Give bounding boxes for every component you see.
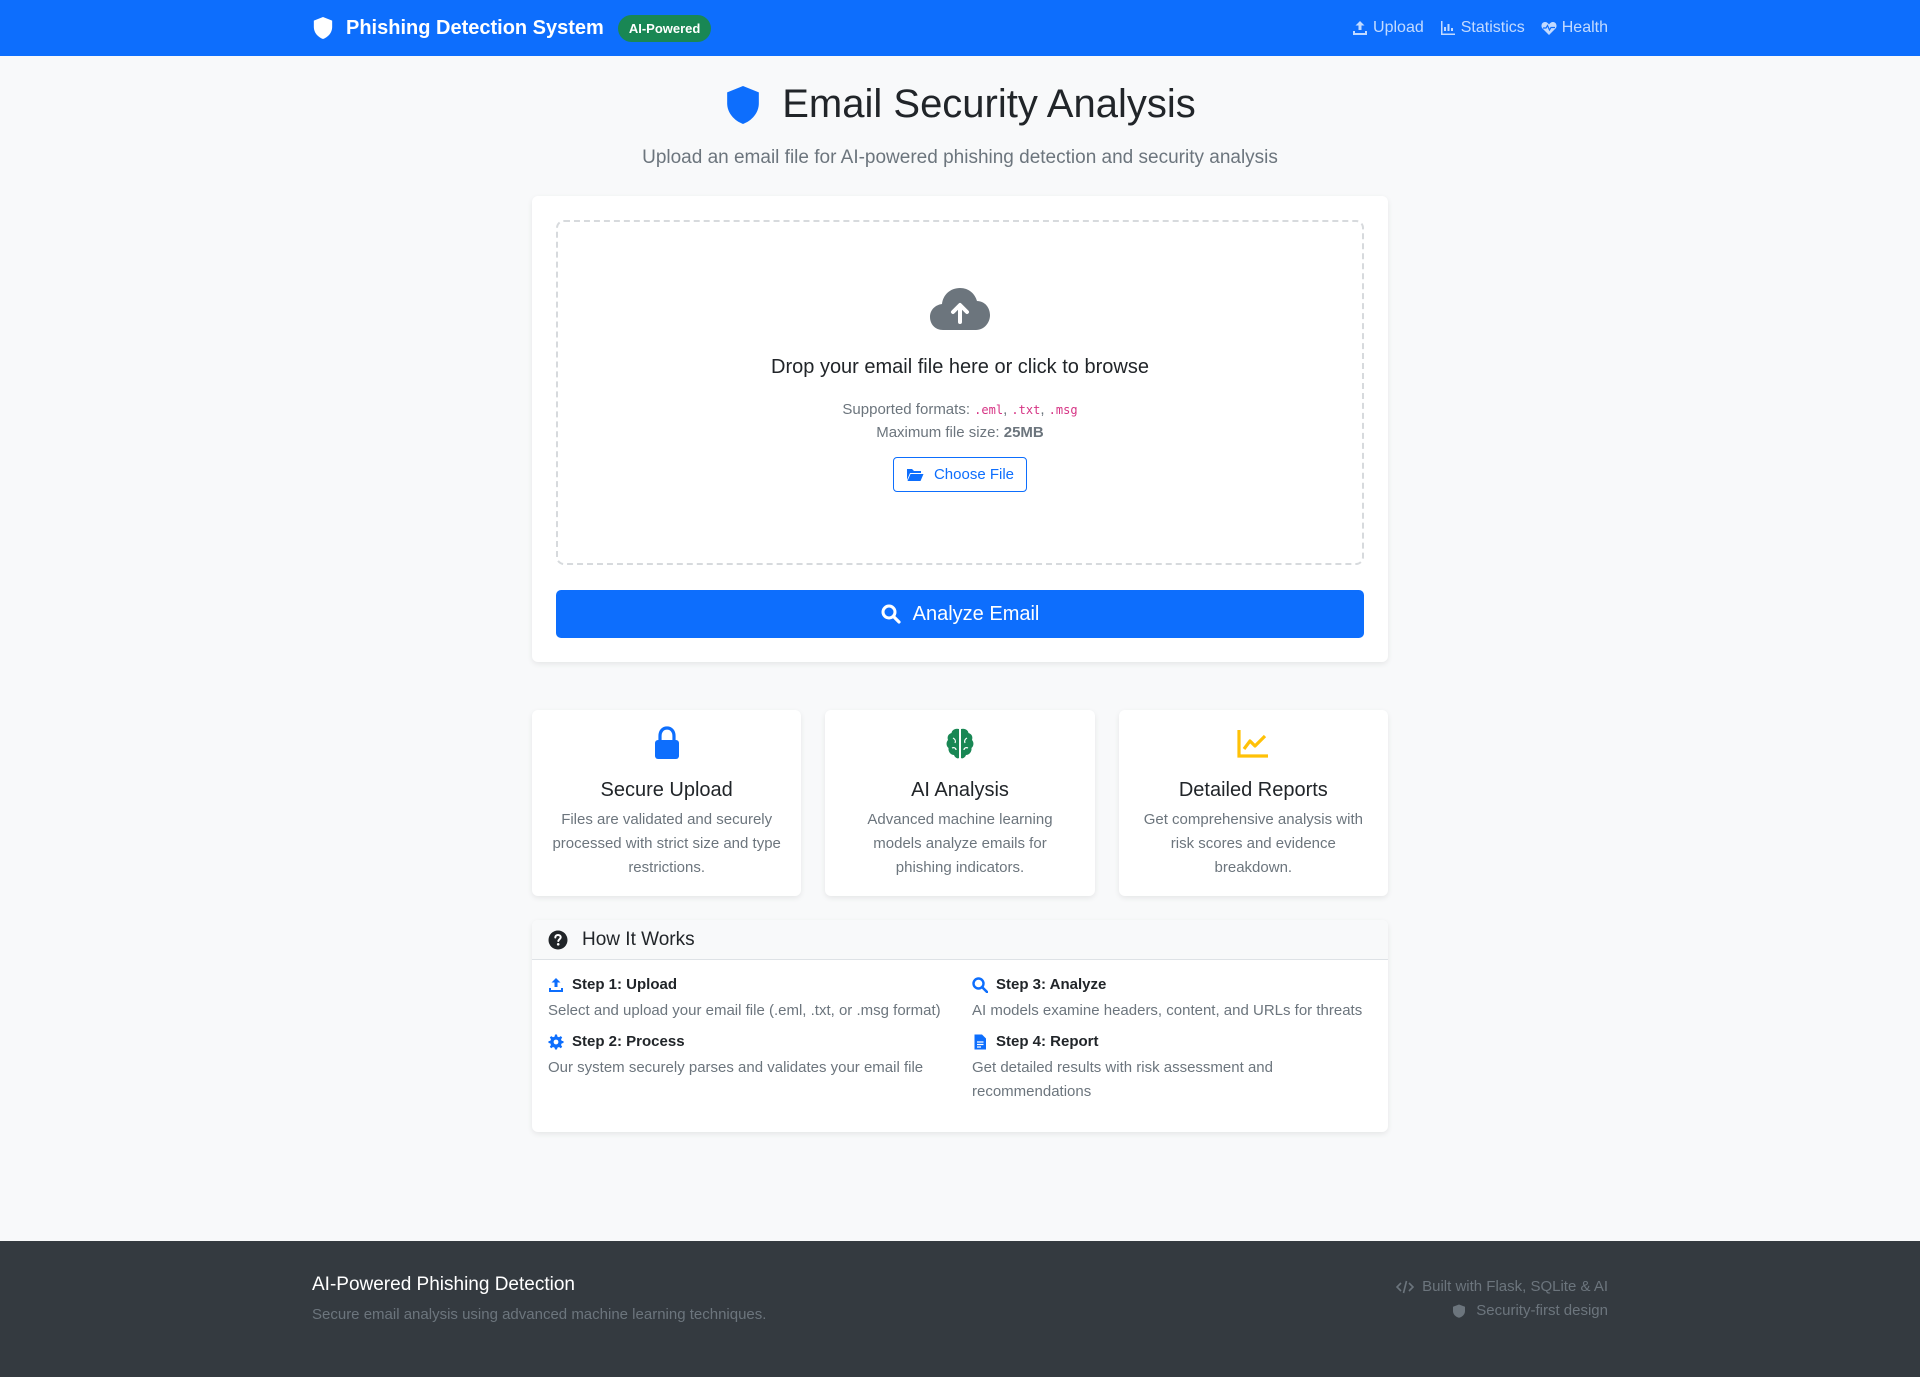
nav-health[interactable]: Health [1541, 19, 1608, 37]
step-upload: Step 1: Upload Select and upload your em… [548, 976, 948, 1023]
steps-grid: Step 1: Upload Select and upload your em… [532, 960, 1388, 1132]
step-title: Step 3: Analyze [996, 976, 1107, 993]
main-content: Drop your email file here or click to br… [532, 196, 1388, 1132]
page-header: Email Security Analysis Upload an email … [0, 56, 1920, 169]
file-dropzone[interactable]: Drop your email file here or click to br… [556, 220, 1364, 565]
gear-icon [548, 1034, 564, 1049]
brand[interactable]: Phishing Detection System AI-Powered [312, 14, 712, 42]
step-title: Step 2: Process [572, 1033, 685, 1050]
step-desc: Get detailed results with risk assessmen… [972, 1059, 1273, 1100]
upload-icon [549, 977, 563, 992]
feature-secure-upload: Secure Upload Files are validated and se… [532, 710, 802, 896]
max-size-value: 25MB [1003, 424, 1044, 441]
footer-subtitle: Secure email analysis using advanced mac… [312, 1306, 767, 1323]
feature-title: AI Analysis [911, 779, 1009, 801]
shield-icon [313, 17, 333, 39]
page-subtitle: Upload an email file for AI-powered phis… [642, 147, 1278, 168]
page-title-text: Email Security Analysis [782, 82, 1196, 126]
feature-ai-analysis: AI Analysis Advanced machine learning mo… [825, 710, 1095, 896]
heart-pulse-icon [1541, 22, 1557, 35]
brand-title: Phishing Detection System [346, 16, 604, 39]
feature-cards: Secure Upload Files are validated and se… [532, 710, 1388, 896]
choose-file-button[interactable]: Choose File [892, 457, 1028, 492]
dropzone-title: Drop your email file here or click to br… [771, 356, 1149, 378]
format-txt: .txt [1011, 403, 1041, 417]
footer-built-with: Built with Flask, SQLite & AI [1396, 1275, 1608, 1299]
feature-title: Secure Upload [600, 779, 733, 801]
lock-icon [654, 726, 679, 759]
feature-detailed-reports: Detailed Reports Get comprehensive analy… [1118, 710, 1388, 896]
step-desc: Our system securely parses and validates… [548, 1059, 924, 1076]
file-icon [974, 1034, 986, 1049]
code-icon [1396, 1280, 1415, 1294]
step-desc: AI models examine headers, content, and … [972, 1002, 1363, 1019]
chart-line-icon [1237, 730, 1269, 758]
nav-statistics-label: Statistics [1460, 19, 1525, 36]
choose-file-label: Choose File [933, 466, 1015, 483]
nav-upload-label: Upload [1373, 19, 1424, 36]
brain-icon [946, 728, 974, 759]
nav-health-label: Health [1561, 19, 1608, 36]
feature-desc: Files are validated and securely process… [552, 811, 781, 876]
step-analyze: Step 3: Analyze AI models examine header… [972, 976, 1372, 1023]
ai-powered-badge: AI-Powered [617, 14, 712, 42]
folder-open-icon [906, 469, 924, 481]
feature-title: Detailed Reports [1178, 779, 1328, 801]
step-desc: Select and upload your email file (.eml,… [548, 1002, 941, 1019]
how-it-works-card: How It Works Step 1: Upload Select and u… [532, 920, 1388, 1132]
chart-icon [1440, 21, 1455, 35]
search-icon [881, 604, 901, 624]
step-process: Step 2: Process Our system securely pars… [548, 1033, 948, 1104]
page-title: Email Security Analysis [0, 82, 1920, 127]
how-it-works-header: How It Works [532, 920, 1388, 960]
step-title: Step 4: Report [996, 1033, 1099, 1050]
search-icon [972, 976, 988, 993]
nav-upload[interactable]: Upload [1352, 19, 1424, 37]
shield-icon [727, 85, 760, 124]
footer: AI-Powered Phishing Detection Secure ema… [0, 1241, 1920, 1377]
analyze-email-button[interactable]: Analyze Email [556, 590, 1364, 638]
format-eml: .eml [974, 403, 1004, 417]
footer-security-design: Security-first design [1396, 1299, 1608, 1323]
upload-icon [1353, 21, 1368, 35]
max-size-label: Maximum file size: [876, 424, 1000, 441]
analyze-email-label: Analyze Email [912, 602, 1040, 625]
shield-icon [1453, 1304, 1466, 1318]
navbar: Phishing Detection System AI-Powered Upl… [0, 0, 1920, 56]
feature-desc: Advanced machine learning models analyze… [867, 811, 1053, 876]
supported-formats: Supported formats: .eml, .txt, .msg [842, 401, 1078, 418]
nav-statistics[interactable]: Statistics [1440, 19, 1525, 37]
formats-label: Supported formats: [842, 401, 970, 418]
max-file-size: Maximum file size: 25MB [876, 424, 1044, 441]
cloud-upload-icon [930, 288, 990, 330]
footer-design-text: Security-first design [1476, 1302, 1608, 1319]
format-msg: .msg [1048, 403, 1078, 417]
step-title: Step 1: Upload [572, 976, 678, 993]
upload-card: Drop your email file here or click to br… [532, 196, 1388, 662]
question-circle-icon [548, 930, 568, 949]
how-it-works-title: How It Works [582, 928, 695, 950]
footer-built-text: Built with Flask, SQLite & AI [1422, 1278, 1608, 1295]
footer-title: AI-Powered Phishing Detection [312, 1274, 575, 1295]
step-report: Step 4: Report Get detailed results with… [972, 1033, 1372, 1104]
feature-desc: Get comprehensive analysis with risk sco… [1143, 811, 1363, 876]
